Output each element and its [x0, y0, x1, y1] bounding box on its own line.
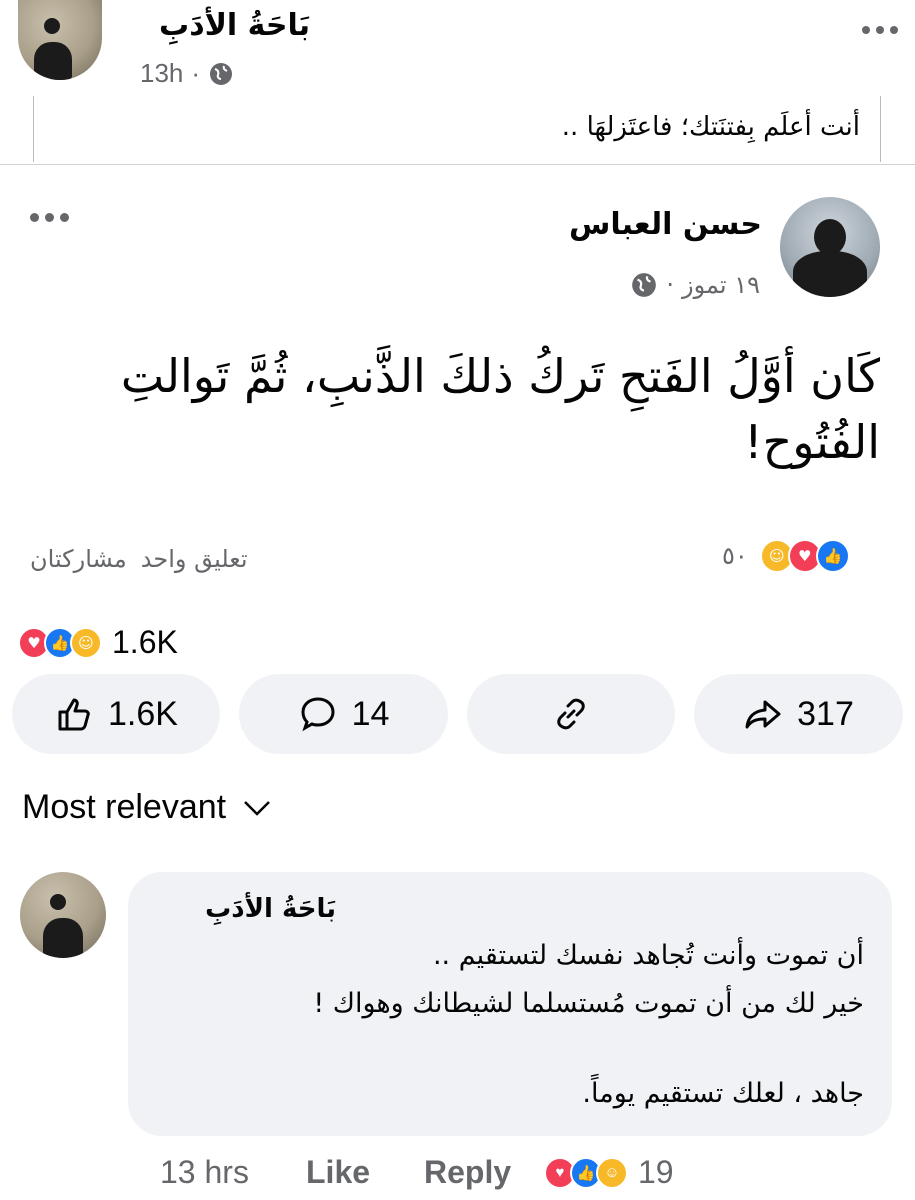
share-arrow-icon — [745, 700, 781, 729]
like-button[interactable]: 1.6K — [12, 674, 220, 754]
post-time[interactable]: 13h — [140, 58, 183, 89]
shared-post-meta: ١٩ تموز · — [560, 271, 760, 299]
shared-reactions[interactable]: ٥٠ ☺ ♥ 👍 — [722, 539, 850, 573]
sort-label: Most relevant — [22, 788, 227, 826]
shared-comment-count[interactable]: تعليق واحد — [141, 545, 248, 573]
reaction-summary[interactable]: ♥ 👍 ☺ 1.6K — [18, 624, 178, 661]
reactions-total: 1.6K — [112, 624, 178, 660]
comment-count: 14 — [351, 694, 390, 733]
globe-icon — [632, 273, 657, 297]
comment-reply-button[interactable]: Reply — [424, 1154, 544, 1191]
commenter-avatar[interactable] — [20, 872, 106, 958]
shared-post-card[interactable]: حسن العباس ١٩ تموز · كَان أوَّلُ الفَتحِ… — [0, 164, 915, 613]
shared-reaction-count: ٥٠ — [722, 542, 748, 570]
share-button[interactable]: 317 — [694, 674, 903, 754]
comment-line-1: أن تموت وأنت تُجاهد نفسك لتستقيم .. — [432, 940, 864, 971]
comment-button[interactable]: 14 — [239, 674, 448, 754]
shared-options-icon[interactable] — [30, 213, 69, 222]
comment-bubble[interactable]: بَاحَةُ الأدَبِ أن تموت وأنت تُجاهد نفسك… — [128, 872, 892, 1136]
shared-post-date[interactable]: ١٩ تموز — [682, 271, 760, 299]
comment-actions: 13 hrs Like Reply ♥ 👍 ☺ 19 — [160, 1154, 674, 1191]
link-icon — [557, 698, 585, 730]
caption-left-rule — [33, 96, 34, 162]
shared-author-name[interactable]: حسن العباس — [500, 207, 762, 242]
chevron-down-icon — [244, 800, 270, 816]
comment-line-3: جاهد ، لعلك تستقيم يوماً. — [582, 1078, 864, 1109]
caption-right-rule — [880, 96, 881, 162]
thumbs-up-icon — [58, 698, 90, 731]
post-caption: أنت أعلَم بِفتنَتك؛ فاعتَزلهَا .. — [561, 112, 860, 142]
comment-reaction-count: 19 — [638, 1154, 674, 1190]
page-avatar[interactable] — [18, 0, 102, 80]
post-meta: 13h · — [140, 58, 234, 89]
like-count: 1.6K — [108, 694, 178, 733]
comment-icon — [301, 697, 335, 732]
share-count: 317 — [797, 694, 854, 733]
shared-engagement: تعليق واحد مشاركتان — [30, 545, 248, 573]
shared-meta-separator: · — [666, 271, 675, 299]
comment-author[interactable]: بَاحَةُ الأدَبِ — [156, 894, 336, 924]
copy-link-button[interactable] — [467, 674, 675, 754]
page-name[interactable]: بَاحَةُ الأدَبِ — [140, 8, 310, 43]
comment-line-2: خير لك من أن تموت مُستسلما لشيطانك وهواك… — [313, 988, 864, 1019]
post-options-icon[interactable] — [862, 26, 898, 34]
comment-reactions[interactable]: ♥ 👍 ☺ 19 — [544, 1154, 674, 1191]
care-reaction-icon: ☺ — [70, 626, 102, 659]
sort-dropdown[interactable]: Most relevant — [22, 788, 272, 827]
globe-icon — [210, 62, 233, 85]
comment-like-button[interactable]: Like — [306, 1154, 424, 1191]
shared-share-count[interactable]: مشاركتان — [30, 545, 127, 573]
comment-time[interactable]: 13 hrs — [160, 1154, 306, 1191]
care-reaction-icon: ☺ — [596, 1156, 628, 1189]
like-reaction-icon: 👍 — [815, 539, 850, 573]
shared-post-text: كَان أوَّلُ الفَتحِ تَركُ ذلكَ الذَّنبِ،… — [120, 349, 880, 469]
meta-separator: · — [191, 58, 201, 88]
shared-author-avatar[interactable] — [780, 197, 880, 297]
